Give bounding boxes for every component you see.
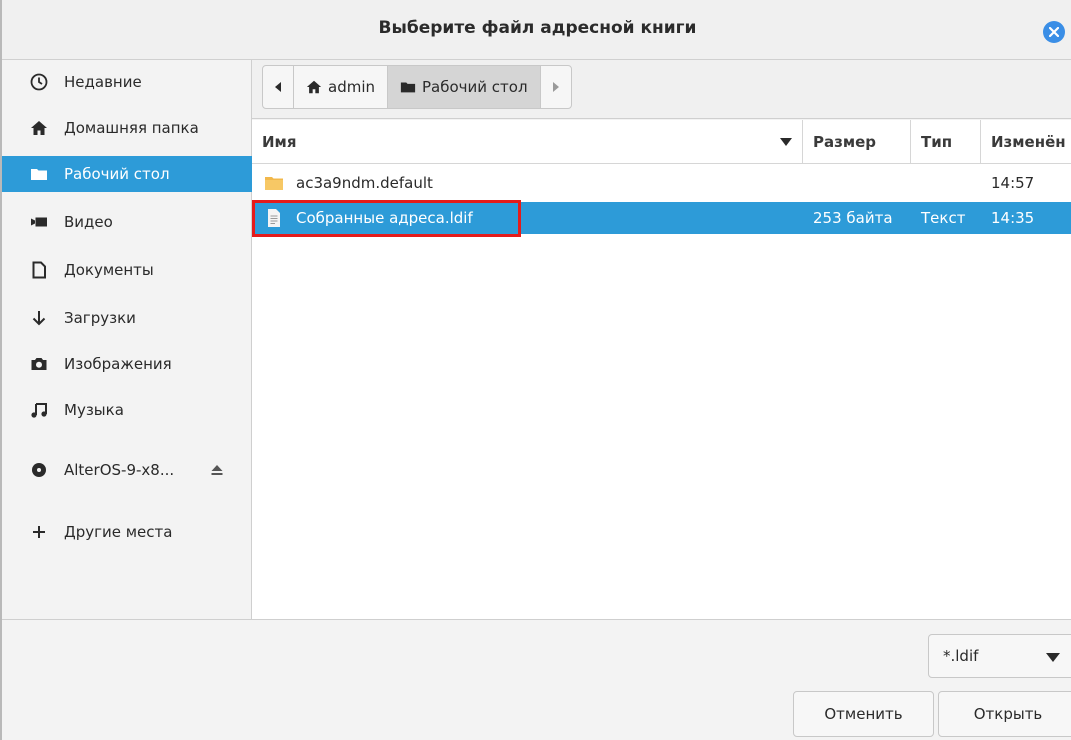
chevron-right-icon xyxy=(552,82,559,92)
path-segment-admin[interactable]: admin xyxy=(294,66,388,108)
file-name: ac3a9ndm.default xyxy=(296,174,433,192)
chevron-down-icon xyxy=(1046,653,1060,662)
cancel-button-label: Отменить xyxy=(824,705,903,723)
path-segment-label: admin xyxy=(328,78,375,96)
column-headers: Имя Размер Тип Изменён xyxy=(252,120,1071,164)
path-segment-label: Рабочий стол xyxy=(422,78,528,96)
close-icon xyxy=(1049,27,1059,37)
sort-descending-icon xyxy=(780,138,792,146)
camera-icon xyxy=(28,353,50,375)
file-modified: 14:35 xyxy=(991,209,1035,227)
sidebar-item-downloads[interactable]: Загрузки xyxy=(2,300,252,336)
music-icon xyxy=(28,399,50,421)
file-type: Текст xyxy=(921,209,966,227)
sidebar-item-home[interactable]: Домашняя папка xyxy=(2,110,252,146)
download-icon xyxy=(28,307,50,329)
folder-icon xyxy=(28,163,50,185)
sidebar-item-desktop[interactable]: Рабочий стол xyxy=(2,156,252,192)
sidebar-item-music[interactable]: Музыка xyxy=(2,392,252,428)
titlebar: Выберите файл адресной книги xyxy=(2,0,1071,60)
sidebar-item-disc[interactable]: AlterOS-9-x8... xyxy=(2,452,252,488)
folder-icon xyxy=(265,177,283,190)
column-header-label: Имя xyxy=(262,133,297,151)
file-chooser-dialog: Выберите файл адресной книги Недавние До… xyxy=(0,0,1071,740)
eject-button[interactable] xyxy=(207,460,227,480)
sidebar-item-label: Домашняя папка xyxy=(64,119,199,137)
column-header-name[interactable]: Имя xyxy=(252,120,803,164)
places-sidebar: Недавние Домашняя папка Рабочий стол Вид… xyxy=(2,60,252,619)
dialog-title: Выберите файл адресной книги xyxy=(378,18,697,38)
sidebar-item-label: Загрузки xyxy=(64,309,136,327)
file-size: 253 байта xyxy=(813,209,893,227)
plus-icon xyxy=(28,521,50,543)
column-header-type[interactable]: Тип xyxy=(911,120,981,164)
clock-icon xyxy=(28,71,50,93)
dialog-footer: *.ldif Отменить Открыть xyxy=(2,619,1071,740)
sidebar-item-videos[interactable]: Видео xyxy=(2,204,252,240)
sidebar-item-label: Музыка xyxy=(64,401,124,419)
chevron-left-icon xyxy=(275,82,281,92)
open-button[interactable]: Открыть xyxy=(938,691,1071,737)
open-button-label: Открыть xyxy=(973,705,1043,723)
file-row-selected[interactable]: Собранные адреса.ldif 253 байта Текст 14… xyxy=(252,202,1071,234)
path-segment-desktop[interactable]: Рабочий стол xyxy=(388,66,541,108)
sidebar-item-documents[interactable]: Документы xyxy=(2,252,252,288)
sidebar-item-label: Видео xyxy=(64,213,113,231)
file-row[interactable]: ac3a9ndm.default 14:57 xyxy=(252,167,1071,199)
eject-icon xyxy=(211,465,223,475)
file-filter-value: *.ldif xyxy=(943,647,979,665)
cancel-button[interactable]: Отменить xyxy=(793,691,934,737)
sidebar-item-other-locations[interactable]: Другие места xyxy=(2,514,252,550)
path-back-button[interactable] xyxy=(263,66,294,108)
column-header-size[interactable]: Размер xyxy=(803,120,911,164)
column-header-label: Изменён xyxy=(991,133,1066,151)
sidebar-item-label: Изображения xyxy=(64,355,172,373)
home-icon xyxy=(306,80,322,94)
close-button[interactable] xyxy=(1043,21,1065,43)
path-forward-button[interactable] xyxy=(541,66,571,108)
file-name-cell: Собранные адреса.ldif xyxy=(264,202,473,234)
file-list: Имя Размер Тип Изменён ac3a9ndm.default … xyxy=(252,120,1071,619)
sidebar-item-label: Рабочий стол xyxy=(64,165,170,183)
sidebar-item-label: Документы xyxy=(64,261,154,279)
file-filter-select[interactable]: *.ldif xyxy=(928,634,1071,678)
home-icon xyxy=(28,117,50,139)
path-bar: admin Рабочий стол xyxy=(252,60,1071,119)
document-icon xyxy=(28,259,50,281)
sidebar-item-recent[interactable]: Недавние xyxy=(2,64,252,100)
column-header-label: Тип xyxy=(921,133,953,151)
sidebar-item-label: AlterOS-9-x8... xyxy=(64,461,175,479)
column-header-modified[interactable]: Изменён xyxy=(981,120,1071,164)
sidebar-item-label: Недавние xyxy=(64,73,142,91)
file-name-cell: ac3a9ndm.default xyxy=(264,167,433,199)
file-modified: 14:57 xyxy=(991,174,1035,192)
breadcrumb: admin Рабочий стол xyxy=(262,65,572,109)
column-header-label: Размер xyxy=(813,133,877,151)
video-icon xyxy=(28,211,50,233)
text-file-icon xyxy=(268,209,280,227)
sidebar-item-pictures[interactable]: Изображения xyxy=(2,346,252,382)
file-name: Собранные адреса.ldif xyxy=(296,209,473,227)
folder-icon xyxy=(400,82,416,93)
disc-icon xyxy=(28,459,50,481)
sidebar-item-label: Другие места xyxy=(64,523,173,541)
